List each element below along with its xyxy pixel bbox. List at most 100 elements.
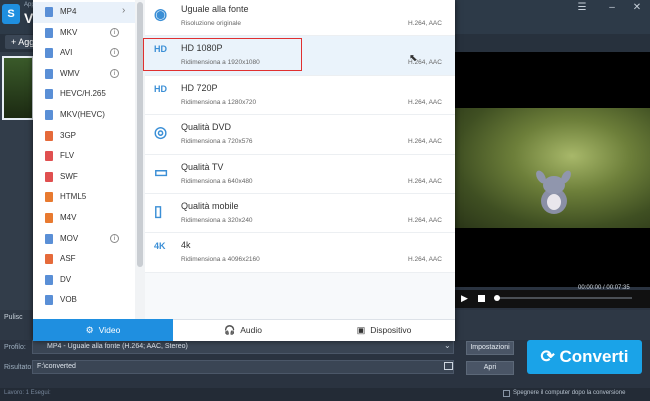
tab-device-label: Dispositivo bbox=[370, 325, 412, 335]
format-item[interactable]: MOV i bbox=[33, 229, 135, 250]
preset-name: Qualità mobile bbox=[181, 201, 239, 211]
format-item[interactable]: MKV i bbox=[33, 23, 135, 44]
output-label: Risultato: bbox=[4, 364, 34, 371]
format-item[interactable]: FLV bbox=[33, 146, 135, 167]
selection-highlight bbox=[143, 38, 302, 71]
convert-button[interactable]: ⟳ Converti bbox=[527, 340, 642, 374]
seek-handle[interactable] bbox=[494, 295, 500, 301]
preset-resolution: Ridimensiona a 320x240 bbox=[181, 217, 253, 224]
file-format-icon bbox=[45, 254, 53, 265]
tab-video-label: Video bbox=[98, 325, 121, 335]
preset-item[interactable]: ◎ Qualità DVD Ridimensiona a 720x576 H.264,… bbox=[145, 115, 455, 155]
format-item[interactable]: DV bbox=[33, 270, 135, 291]
preset-item[interactable]: 4K 4k Ridimensiona a 4096x2160 H.264, AAC bbox=[145, 233, 455, 273]
preset-codec: H.264, AAC bbox=[408, 217, 442, 224]
preset-resolution: Ridimensiona a 640x480 bbox=[181, 177, 253, 185]
chevron-down-icon[interactable]: ⌄ bbox=[444, 341, 451, 350]
format-label: SWF bbox=[60, 171, 78, 181]
dvd-icon: ◎ bbox=[154, 124, 168, 142]
tab-audio-label: Audio bbox=[240, 325, 262, 335]
file-format-icon bbox=[45, 171, 53, 182]
format-label: HTML5 bbox=[60, 192, 87, 202]
file-format-icon bbox=[45, 213, 53, 223]
preset-resolution: Risoluzione originale bbox=[181, 20, 241, 27]
preset-resolution: Ridimensiona a 1280x720 bbox=[181, 98, 257, 106]
profile-label: Profilo: bbox=[4, 344, 26, 351]
settings-button[interactable]: Impostazioni bbox=[466, 341, 514, 355]
preset-codec: H.264, AAC bbox=[408, 177, 442, 185]
format-label: DV bbox=[60, 274, 72, 284]
same-as-source-icon: ◉ bbox=[154, 6, 168, 23]
film-icon: ⚙ bbox=[85, 325, 94, 335]
preset-item[interactable]: ▭ Qualità TV Ridimensiona a 640x480 H.264, … bbox=[145, 154, 455, 194]
format-item[interactable]: VOB bbox=[33, 290, 135, 311]
shutdown-label: Spegnere il computer dopo la conversione bbox=[513, 390, 626, 396]
preset-name: 4k bbox=[181, 240, 191, 251]
preset-resolution: Ridimensiona a 720x576 bbox=[181, 138, 253, 146]
file-thumbnail[interactable] bbox=[2, 56, 34, 120]
info-icon[interactable]: i bbox=[110, 48, 119, 58]
file-format-icon bbox=[45, 233, 53, 244]
preset-item[interactable]: HD HD 720P Ridimensiona a 1280x720 H.264, A… bbox=[145, 75, 455, 116]
add-file-button[interactable]: + Agg bbox=[5, 35, 35, 49]
refresh-icon: ⟳ bbox=[540, 347, 560, 366]
tab-video[interactable]: ⚙ Video bbox=[33, 319, 173, 341]
file-format-icon bbox=[45, 130, 53, 141]
preset-item[interactable]: ▯ Qualità mobile Ridimensiona a 320x240 H.2… bbox=[145, 194, 455, 234]
format-label: MKV bbox=[60, 27, 78, 37]
format-label: MP4 bbox=[60, 7, 77, 16]
preset-codec: H.264, AAC bbox=[408, 20, 442, 27]
format-label: MOV bbox=[60, 233, 79, 243]
tab-device[interactable]: ▣ Dispositivo bbox=[313, 319, 455, 341]
preset-codec: H.264, AAC bbox=[408, 98, 442, 106]
chevron-right-icon: › bbox=[122, 5, 126, 16]
file-format-icon bbox=[45, 151, 53, 162]
seek-slider[interactable] bbox=[494, 297, 632, 299]
format-item[interactable]: SWF bbox=[33, 167, 135, 188]
preview-character bbox=[534, 168, 573, 216]
format-item[interactable]: M4V bbox=[33, 208, 135, 229]
file-format-icon bbox=[45, 68, 53, 79]
shutdown-checkbox[interactable] bbox=[503, 390, 510, 397]
browse-folder-icon[interactable] bbox=[444, 362, 453, 370]
format-label: 3GP bbox=[60, 130, 77, 140]
file-format-icon bbox=[45, 89, 53, 100]
info-icon[interactable]: i bbox=[110, 27, 119, 37]
tv-icon: ▭ bbox=[154, 163, 169, 181]
preset-name: Uguale alla fonte bbox=[181, 4, 249, 14]
profile-select[interactable]: MP4 - Uguale alla fonte (H.264; AAC, Ste… bbox=[32, 340, 454, 354]
close-icon[interactable]: ✕ bbox=[630, 2, 644, 13]
format-item[interactable]: 3GP bbox=[33, 126, 135, 147]
format-label: MKV(HEVC) bbox=[60, 110, 105, 119]
format-item[interactable]: ASF bbox=[33, 249, 135, 270]
info-icon[interactable]: i bbox=[110, 233, 119, 243]
format-item[interactable]: HTML5 bbox=[33, 187, 135, 208]
clean-button[interactable]: Pulisc bbox=[4, 314, 23, 321]
format-item[interactable]: MKV(HEVC) bbox=[33, 105, 135, 126]
play-icon[interactable]: ▶ bbox=[461, 293, 468, 304]
output-path-field[interactable]: F:\converted bbox=[32, 360, 454, 374]
menu-icon[interactable]: ☰ bbox=[575, 2, 589, 13]
format-label: WMV bbox=[60, 68, 80, 78]
preset-name: Qualità DVD bbox=[181, 122, 232, 133]
info-icon[interactable]: i bbox=[110, 68, 119, 78]
file-format-icon bbox=[45, 27, 53, 38]
file-format-icon bbox=[45, 7, 53, 17]
format-item[interactable]: MP4 › bbox=[33, 2, 135, 23]
format-item[interactable]: WMV i bbox=[33, 64, 135, 85]
minimize-icon[interactable]: – bbox=[605, 2, 619, 13]
convert-label: Converti bbox=[559, 347, 629, 366]
format-item[interactable]: HEVC/H.265 bbox=[33, 84, 135, 105]
tab-audio[interactable]: 🎧 Audio bbox=[173, 319, 313, 341]
format-item[interactable]: AVI i bbox=[33, 43, 135, 64]
stop-icon[interactable] bbox=[478, 295, 485, 302]
file-format-icon bbox=[45, 110, 53, 120]
preset-codec: H.264, AAC bbox=[408, 138, 442, 146]
open-button[interactable]: Apri bbox=[466, 361, 514, 375]
preset-item[interactable]: ◉ Uguale alla fonte Risoluzione originale H… bbox=[145, 0, 455, 37]
job-status: Lavoro: 1 Esegui: bbox=[4, 390, 51, 396]
device-icon: ▣ bbox=[356, 325, 366, 335]
file-format-icon bbox=[45, 295, 53, 306]
format-label: HEVC/H.265 bbox=[60, 89, 106, 99]
preset-resolution: Ridimensiona a 4096x2160 bbox=[181, 256, 260, 264]
